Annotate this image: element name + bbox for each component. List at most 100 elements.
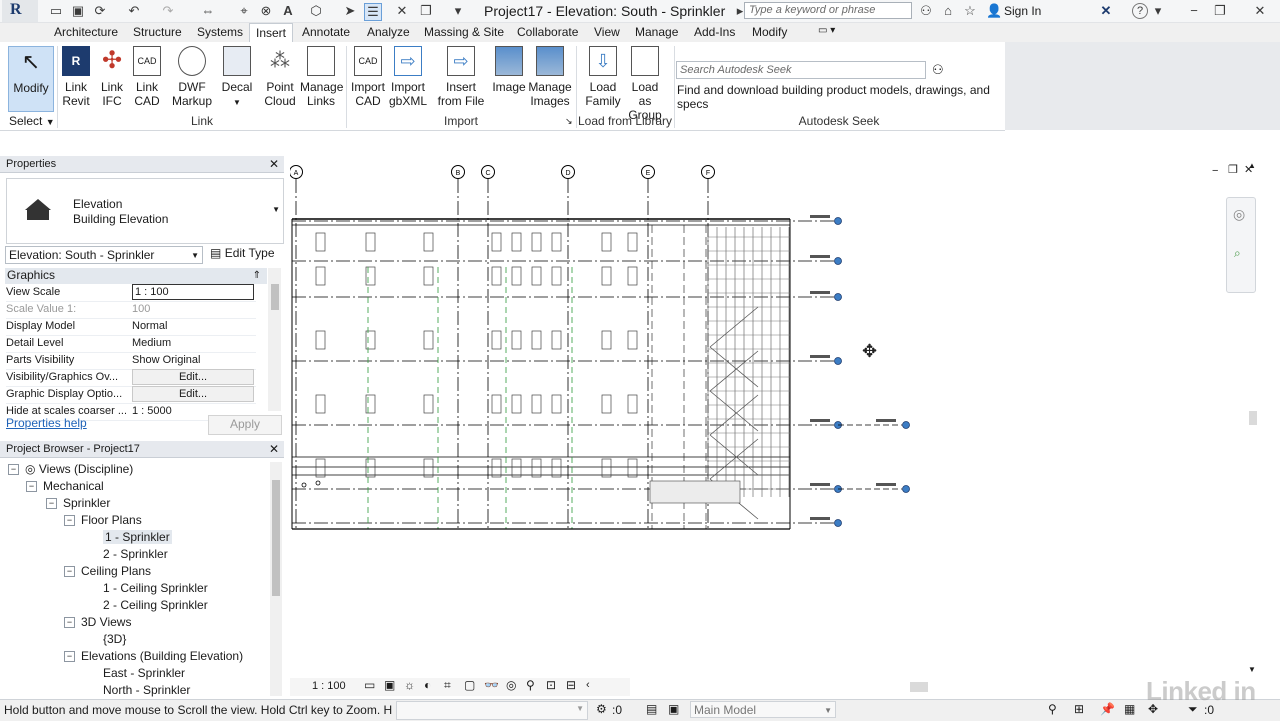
seek-search-input[interactable]: Search Autodesk Seek	[676, 61, 926, 79]
load-library-panel-label[interactable]: Load from Library	[576, 114, 674, 128]
browser-item[interactable]: −3D Views	[64, 615, 131, 629]
text-icon[interactable]: A	[280, 3, 296, 19]
close-icon[interactable]: ✕	[269, 156, 279, 173]
tab-modify[interactable]: Modify	[752, 25, 787, 39]
tab-architecture[interactable]: Architecture	[54, 25, 118, 39]
property-value[interactable]: Normal	[132, 318, 254, 335]
property-row[interactable]: View Scale 1 : 100	[6, 284, 256, 302]
section-icon[interactable]: ➤	[342, 3, 358, 19]
instance-selector[interactable]: Elevation: South - Sprinkler ▼	[5, 246, 203, 264]
collapse-toggle-icon[interactable]: −	[26, 481, 37, 493]
browser-item[interactable]: {3D}	[84, 632, 126, 646]
crop-region-icon[interactable]: ▢	[464, 678, 475, 692]
view-minimize-icon[interactable]: −	[1212, 165, 1218, 177]
link-revit-button[interactable]: R Link Revit	[60, 46, 92, 108]
tab-massing-site[interactable]: Massing & Site	[424, 25, 504, 39]
browser-item[interactable]: 1 - Sprinkler	[84, 530, 172, 544]
model-dropdown[interactable]: Main Model ▼	[690, 701, 836, 718]
highlight-displacement-icon[interactable]: ⊟	[566, 678, 576, 692]
crop-view-icon[interactable]: ⌗	[444, 678, 451, 693]
link-ifc-button[interactable]: ✣ Link IFC	[96, 46, 128, 108]
browser-item[interactable]: − Ceiling Plans	[64, 564, 151, 578]
load-family-button[interactable]: ⇩ Load Family	[584, 46, 622, 108]
close-hidden-icon[interactable]: ✕	[394, 3, 410, 19]
collapse-toggle-icon[interactable]: −	[64, 617, 75, 629]
collapse-toggle-icon[interactable]: −	[64, 515, 75, 527]
tab-annotate[interactable]: Annotate	[302, 25, 350, 39]
property-value[interactable]: 1 : 100	[132, 284, 254, 300]
property-row[interactable]: Display Model Normal	[6, 318, 256, 336]
property-value[interactable]: Medium	[132, 335, 254, 352]
help-search-input[interactable]: Type a keyword or phrase	[744, 2, 912, 19]
browser-item[interactable]: East - Sprinkler	[84, 666, 185, 680]
pinned-select-icon[interactable]: 📌	[1100, 702, 1115, 716]
redo-icon[interactable]: ↷	[160, 3, 176, 19]
thin-lines-icon[interactable]: ☰	[364, 3, 382, 21]
workset-dropdown[interactable]: ▼	[396, 701, 588, 720]
user-icon[interactable]: 👤	[986, 3, 1002, 19]
select-dropdown[interactable]: Select ▼	[9, 114, 55, 128]
browser-item[interactable]: North - Sprinkler	[84, 683, 190, 697]
view-restore-icon[interactable]: ❐	[1228, 163, 1238, 176]
sync-icon[interactable]: ⟳	[92, 3, 108, 19]
seek-binoculars-icon[interactable]: ⚇	[932, 62, 944, 78]
browser-item[interactable]: − Floor Plans	[64, 513, 142, 527]
save-icon[interactable]: ▣	[70, 3, 86, 19]
property-row[interactable]: Scale Value 1: 100	[6, 301, 256, 319]
type-selector[interactable]: Elevation Building Elevation ▼	[6, 178, 284, 244]
property-row[interactable]: Visibility/Graphics Ov... Edit...	[6, 369, 256, 387]
tab-structure[interactable]: Structure	[133, 25, 182, 39]
tab-view[interactable]: View	[594, 25, 620, 39]
detail-level-icon[interactable]: ▭	[364, 678, 375, 692]
collapse-toggle-icon[interactable]: −	[64, 651, 75, 663]
property-row[interactable]: Detail Level Medium	[6, 335, 256, 353]
point-cloud-button[interactable]: ⁂ Point Cloud	[262, 46, 298, 108]
browser-item[interactable]: 2 - Ceiling Sprinkler	[84, 598, 208, 612]
measure-icon[interactable]: ⇔	[200, 3, 216, 19]
close-icon[interactable]: ✕	[1252, 3, 1268, 19]
binoculars-icon[interactable]: ⚇	[918, 3, 934, 19]
modify-button[interactable]: ↖ Modify	[8, 46, 54, 112]
open-icon[interactable]: ▭	[48, 3, 64, 19]
scroll-left-icon[interactable]: ‹	[586, 679, 590, 691]
graphics-group-header[interactable]: Graphics ⇑	[5, 268, 267, 284]
manage-images-button[interactable]: Manage Images	[528, 46, 572, 108]
seek-panel-label[interactable]: Autodesk Seek	[674, 114, 1004, 128]
app-logo[interactable]: R	[2, 0, 38, 22]
tag-icon[interactable]: ⊗	[258, 3, 274, 19]
tab-collaborate[interactable]: Collaborate	[517, 25, 578, 39]
import-dialog-launcher-icon[interactable]: ↘	[565, 116, 573, 127]
analytical-model-icon[interactable]: ⚲	[526, 678, 535, 692]
ribbon-toggle-icon[interactable]: ▭ ▾	[818, 25, 835, 36]
exclude-options-icon[interactable]: ▣	[668, 702, 679, 716]
tab-systems[interactable]: Systems	[197, 25, 243, 39]
dimension-icon[interactable]: ⌖	[236, 3, 252, 19]
design-options-icon[interactable]: ▤	[646, 702, 657, 716]
property-value[interactable]: Edit...	[132, 369, 254, 385]
tab-manage[interactable]: Manage	[635, 25, 678, 39]
collapse-toggle-icon[interactable]: −	[46, 498, 57, 510]
elevation-drawing[interactable]: A B C D E F	[289, 157, 1258, 681]
constraints-icon[interactable]: ⊡	[546, 678, 556, 692]
temp-hide-icon[interactable]: 👓	[484, 678, 499, 692]
browser-item[interactable]: − Sprinkler	[46, 496, 110, 510]
import-cad-button[interactable]: CAD Import CAD	[350, 46, 386, 108]
dwf-markup-button[interactable]: DWF Markup	[170, 46, 214, 108]
link-select-icon[interactable]: ⚲	[1048, 702, 1057, 716]
close-icon[interactable]: ✕	[269, 441, 279, 458]
insert-from-file-button[interactable]: ⇨ Insert from File	[436, 46, 486, 108]
property-value[interactable]: 100	[132, 301, 254, 318]
browser-scrollbar[interactable]	[270, 462, 282, 696]
apply-button[interactable]: Apply	[208, 415, 282, 435]
import-gbxml-button[interactable]: ⇨ Import gbXML	[388, 46, 428, 108]
scroll-down-icon[interactable]: ▼	[1248, 665, 1256, 674]
tab-analyze[interactable]: Analyze	[367, 25, 410, 39]
browser-item[interactable]: − Mechanical	[26, 479, 104, 493]
view-scale-button[interactable]: 1 : 100	[312, 680, 346, 692]
edit-type-button[interactable]: ▤ Edit Type	[210, 246, 275, 260]
browser-item[interactable]: 2 - Sprinkler	[84, 547, 168, 561]
underlay-select-icon[interactable]: ⊞	[1074, 702, 1084, 716]
properties-scrollbar[interactable]	[268, 268, 281, 411]
restore-icon[interactable]: ❐	[1212, 3, 1228, 19]
tab-add-ins[interactable]: Add-Ins	[694, 25, 735, 39]
